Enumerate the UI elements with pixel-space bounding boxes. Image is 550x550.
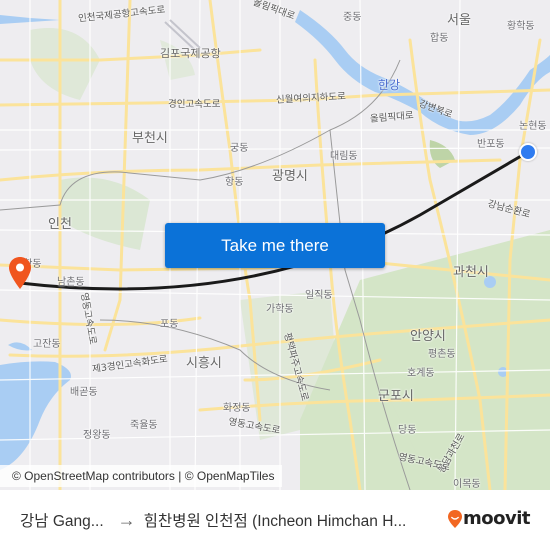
map-label: 안양시 <box>410 329 446 344</box>
map-label: 반포동 <box>477 139 505 150</box>
map-label: 황학동 <box>507 21 535 32</box>
map-label: 부천시 <box>132 131 168 146</box>
moovit-pin-icon <box>448 509 462 528</box>
map-label: 남촌동 <box>57 277 85 288</box>
map-label: 당동 <box>398 425 417 436</box>
map-label: 정왕동 <box>83 430 111 441</box>
origin-name: 강남 Gang... <box>20 513 104 530</box>
map-label: 서울 <box>447 13 471 28</box>
map-label: 광명시 <box>272 169 308 184</box>
map-label: 경인고속도로 <box>168 99 221 110</box>
map-label: 논현동 <box>519 121 547 132</box>
destination-pin-icon[interactable] <box>8 256 32 290</box>
map-label: 죽율동 <box>130 420 158 431</box>
moovit-wordmark: moovit <box>463 508 531 529</box>
map-label: 평촌동 <box>428 349 456 360</box>
map-label: 시흥시 <box>186 356 222 371</box>
map-attribution[interactable]: © OpenStreetMap contributors | © OpenMap… <box>0 465 283 487</box>
map-label: 화정동 <box>223 403 251 414</box>
map-label: 중동 <box>343 12 362 23</box>
map-label: 대림동 <box>330 151 358 162</box>
map-label: 항동 <box>225 177 244 188</box>
map-label: 한강 <box>378 78 401 92</box>
origin-marker[interactable] <box>519 143 537 161</box>
destination-name: 힘찬병원 인천점 (Incheon Himchan H... <box>143 513 407 530</box>
map-view[interactable]: 인천국제공항고속도로 김포국제공항 경인고속도로 부천시 궁동 항동 광명시 대… <box>0 0 550 490</box>
route-footer: 강남 Gang... → 힘찬병원 인천점 (Incheon Himchan H… <box>0 490 550 550</box>
map-label: 고잔동 <box>33 339 61 350</box>
map-label: 일직동 <box>305 290 333 301</box>
map-label: 호계동 <box>407 368 435 379</box>
map-label: 포동 <box>160 319 179 330</box>
moovit-logo[interactable]: moovit <box>447 508 531 529</box>
map-label: 이목동 <box>453 479 481 490</box>
map-label: 합동 <box>430 33 449 44</box>
map-label: 김포국제공항 <box>160 47 221 60</box>
map-label: 인천 <box>48 217 72 232</box>
arrow-right-icon: → <box>117 509 136 530</box>
take-me-there-button[interactable]: Take me there <box>165 223 385 268</box>
map-label: 배곧동 <box>70 387 98 398</box>
map-label: 과천시 <box>453 265 489 280</box>
map-label: 궁동 <box>230 143 249 154</box>
map-label: 가학동 <box>266 304 294 315</box>
map-label: 군포시 <box>378 389 414 404</box>
